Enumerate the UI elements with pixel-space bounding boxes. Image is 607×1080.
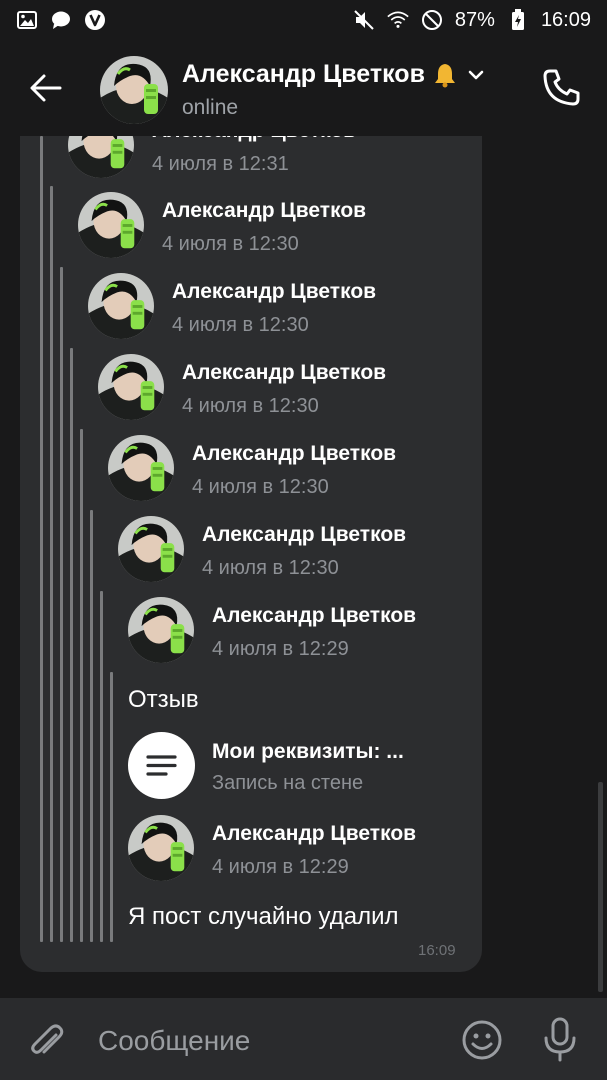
attachment-subtitle: Запись на стене (212, 772, 364, 794)
forwarded-author[interactable]: Александр Цветков (182, 361, 386, 385)
forwarded-header[interactable]: Александр Цветков 4 июля в 12:30 (118, 516, 518, 586)
last-message-text: Я пост случайно удалил (128, 903, 399, 930)
forwarded-header[interactable]: Александр Цветков 4 июля в 12:30 (88, 273, 488, 343)
forwarded-header[interactable]: Александр Цветков 4 июля в 12:31 (68, 136, 468, 182)
forwarded-header[interactable]: Александр Цветков 4 июля в 12:30 (98, 354, 498, 424)
nesting-line (80, 429, 83, 942)
bell-icon (434, 63, 455, 87)
avatar[interactable] (98, 354, 164, 420)
document-lines-icon (128, 732, 195, 799)
contact-name-text: Александр Цветков (182, 60, 425, 88)
status-time: 16:09 (540, 8, 591, 31)
forwarded-header[interactable]: Александр Цветков 4 июля в 12:30 (108, 435, 508, 505)
avatar[interactable] (128, 597, 194, 663)
call-button[interactable] (540, 66, 584, 110)
forwarded-date: 4 июля в 12:30 (172, 314, 309, 336)
forwarded-author[interactable]: Александр Цветков (202, 523, 406, 547)
forwarded-author[interactable]: Александр Цветков (212, 822, 416, 846)
forwarded-date: 4 июля в 12:30 (192, 476, 329, 498)
nesting-line (40, 136, 43, 942)
avatar[interactable] (78, 192, 144, 258)
nesting-line (50, 186, 53, 942)
wifi-icon (387, 9, 409, 31)
paperclip-icon (31, 1024, 64, 1054)
wall-post-attachment[interactable]: Мои реквизиты: ... Запись на стене (128, 732, 468, 800)
chevron-down-icon[interactable] (465, 64, 487, 86)
emoji-button[interactable] (460, 1018, 504, 1062)
forwarded-date: 4 июля в 12:30 (182, 395, 319, 417)
status-bar-right: 87% 16:09 (353, 9, 591, 32)
avatar[interactable] (128, 815, 194, 881)
chat-header: Александр Цветков online (0, 40, 607, 136)
status-bar: 87% 16:09 (0, 0, 607, 40)
mute-icon (353, 9, 375, 31)
forwarded-author[interactable]: Александр Цветков (212, 604, 416, 628)
forwarded-header[interactable]: Александр Цветков 4 июля в 12:30 (78, 192, 478, 262)
attach-button[interactable] (26, 1018, 68, 1060)
forwarded-date: 4 июля в 12:30 (162, 233, 299, 255)
avatar[interactable] (108, 435, 174, 501)
forwarded-author[interactable]: Александр Цветков (152, 136, 356, 143)
forwarded-date: 4 июля в 12:29 (212, 638, 349, 660)
attachment-title: Мои реквизиты: ... (212, 740, 404, 763)
avatar-image (100, 56, 168, 124)
phone-icon (543, 69, 580, 106)
message-input-bar (0, 998, 607, 1080)
voice-button[interactable] (540, 1016, 580, 1062)
nesting-line (90, 510, 93, 942)
smile-icon (462, 1020, 502, 1060)
forwarded-author[interactable]: Александр Цветков (192, 442, 396, 466)
battery-icon (507, 9, 529, 31)
viber-v-icon (84, 9, 106, 31)
forwarded-author[interactable]: Александр Цветков (172, 280, 376, 304)
forwarded-header[interactable]: Александр Цветков 4 июля в 12:29 (128, 815, 528, 885)
back-arrow-icon (30, 74, 62, 102)
chat-area[interactable]: Александр Цветков4 июля в 12:31Александр… (0, 136, 607, 998)
contact-status: online (182, 96, 239, 119)
forwarded-date: 4 июля в 12:30 (202, 557, 339, 579)
contact-name[interactable]: Александр Цветков (182, 60, 487, 89)
status-bar-left (16, 9, 106, 31)
back-button[interactable] (26, 68, 66, 108)
forwarded-date: 4 июля в 12:31 (152, 153, 289, 175)
avatar[interactable] (118, 516, 184, 582)
chat-bubble-icon (50, 9, 72, 31)
no-disturb-icon (421, 9, 443, 31)
message-input[interactable] (96, 1024, 440, 1058)
nesting-line (110, 672, 113, 942)
review-text: Отзыв (128, 686, 199, 713)
nesting-line (100, 591, 103, 942)
nesting-line (60, 267, 63, 942)
nesting-line (70, 348, 73, 942)
forwarded-author[interactable]: Александр Цветков (162, 199, 366, 223)
image-icon (16, 9, 38, 31)
forwarded-date: 4 июля в 12:29 (212, 856, 349, 878)
avatar[interactable] (68, 136, 134, 178)
scrollbar[interactable] (598, 782, 603, 992)
avatar[interactable] (100, 56, 168, 124)
avatar[interactable] (88, 273, 154, 339)
battery-percent: 87% (454, 8, 495, 31)
message-time: 16:09 (418, 942, 456, 959)
microphone-icon (544, 1017, 576, 1062)
forwarded-header[interactable]: Александр Цветков 4 июля в 12:29 (128, 597, 528, 667)
